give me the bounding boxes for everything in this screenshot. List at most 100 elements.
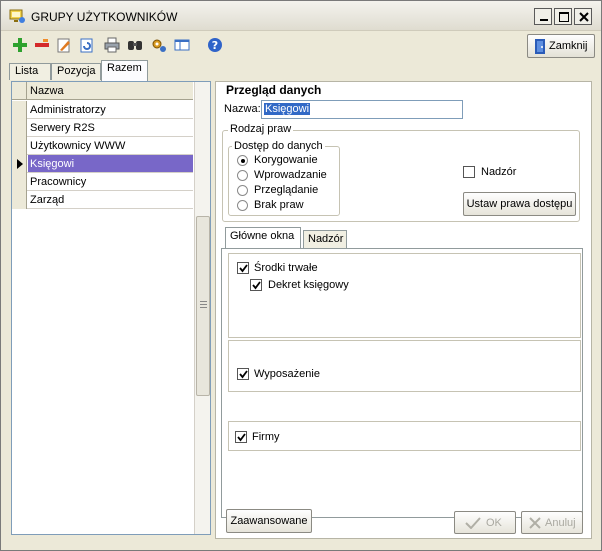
set-rights-button[interactable]: Ustaw prawa dostępu <box>463 192 576 216</box>
cancel-button-label: Anuluj <box>545 517 576 529</box>
name-input[interactable]: Księgowi <box>261 100 463 119</box>
list-item[interactable]: Użytkownicy WWW <box>12 137 193 155</box>
supervision-label: Nadzór <box>481 166 517 178</box>
radio-label-korygowanie: Korygowanie <box>254 154 318 166</box>
list-item-label: Serwery R2S <box>30 122 95 134</box>
cancel-icon <box>529 517 541 529</box>
svg-text:?: ? <box>212 39 218 52</box>
tab-pozycja-label: Pozycja <box>57 65 96 77</box>
main-window: GRUPY UŻYTKOWNIKÓW ? Zamknij Lista Pozyc… <box>0 0 602 551</box>
ok-button-label: OK <box>486 517 502 529</box>
list-item[interactable]: Pracownicy <box>12 173 193 191</box>
check-icon <box>465 517 481 529</box>
scrollbar-thumb[interactable] <box>196 216 210 396</box>
rights-title: Rodzaj praw <box>228 123 294 135</box>
details-panel: Przegląd danych Nazwa: Księgowi Rodzaj p… <box>215 81 592 539</box>
header-gutter <box>12 82 27 100</box>
companies-checkbox[interactable] <box>235 431 247 443</box>
window-title: GRUPY UŻYTKOWNIKÓW <box>31 10 178 24</box>
edit-icon[interactable] <box>56 37 72 53</box>
checkmark-icon <box>239 264 248 273</box>
equipment-section <box>228 340 581 392</box>
set-rights-button-label: Ustaw prawa dostępu <box>466 198 573 210</box>
ok-button[interactable]: OK <box>454 511 516 534</box>
find-icon[interactable] <box>127 37 143 53</box>
checkmark-icon <box>237 433 246 442</box>
delete-icon[interactable] <box>34 37 50 53</box>
advanced-button-label: Zaawansowane <box>230 515 308 527</box>
minimize-button[interactable] <box>534 8 552 25</box>
row-gutter <box>12 191 27 209</box>
equipment-label: Wyposażenie <box>254 368 320 380</box>
supervision-checkbox[interactable] <box>463 166 475 178</box>
cancel-button[interactable]: Anuluj <box>521 511 583 534</box>
list-item-label: Zarząd <box>30 194 65 206</box>
toolbar: ? <box>1 32 601 60</box>
close-button-label: Zamknij <box>549 40 588 52</box>
checkmark-icon <box>252 281 261 290</box>
radio-brak-praw[interactable] <box>237 200 248 211</box>
tab-lista[interactable]: Lista <box>9 63 51 80</box>
radio-label-brak-praw: Brak praw <box>254 199 304 211</box>
close-window-button[interactable] <box>574 8 592 25</box>
close-button[interactable]: Zamknij <box>527 34 595 58</box>
equipment-checkbox[interactable] <box>237 368 249 380</box>
list-item[interactable]: Zarząd <box>12 191 193 209</box>
add-icon[interactable] <box>12 37 28 53</box>
list-item-label: Administratorzy <box>30 104 106 116</box>
tab-pozycja[interactable]: Pozycja <box>51 63 101 80</box>
row-gutter <box>12 101 27 119</box>
row-gutter <box>12 137 27 155</box>
companies-section <box>228 421 581 451</box>
radio-korygowanie[interactable] <box>237 155 248 166</box>
radio-label-wprowadzanie: Wprowadzanie <box>254 169 327 181</box>
fixed-assets-label: Środki trwałe <box>254 262 318 274</box>
groups-list[interactable]: Nazwa Administratorzy Serwery R2S Użytko… <box>11 81 211 535</box>
advanced-button[interactable]: Zaawansowane <box>226 509 312 533</box>
radio-przegladanie[interactable] <box>237 185 248 196</box>
list-item-selected[interactable]: Księgowi <box>12 155 193 173</box>
help-icon[interactable]: ? <box>207 37 223 53</box>
list-item[interactable]: Serwery R2S <box>12 119 193 137</box>
name-label: Nazwa: <box>224 103 261 115</box>
checkmark-icon <box>239 370 248 379</box>
row-gutter <box>12 155 27 173</box>
maximize-icon <box>559 12 569 22</box>
decree-label: Dekret księgowy <box>268 279 349 291</box>
row-gutter <box>12 173 27 191</box>
tab-glowne-okna[interactable]: Główne okna <box>225 227 301 248</box>
companies-label: Firmy <box>252 431 280 443</box>
door-icon <box>535 39 545 54</box>
tab-razem-label: Razem <box>107 62 142 74</box>
tab-nadzor[interactable]: Nadzór <box>303 230 347 248</box>
list-item-label: Księgowi <box>30 158 75 170</box>
tab-lista-label: Lista <box>15 65 39 77</box>
data-access-title: Dostęp do danych <box>232 140 325 152</box>
print-icon[interactable] <box>104 37 120 53</box>
list-scrollbar[interactable] <box>194 82 210 534</box>
main-tabs: Lista Pozycja Razem <box>9 60 209 81</box>
columns-icon[interactable] <box>174 37 190 53</box>
row-gutter <box>12 119 27 137</box>
column-header-nazwa[interactable]: Nazwa <box>30 85 64 97</box>
tab-nadzor-label: Nadzór <box>308 233 344 245</box>
title-bar[interactable]: GRUPY UŻYTKOWNIKÓW <box>1 1 601 31</box>
decree-checkbox[interactable] <box>250 279 262 291</box>
overview-title: Przegląd danych <box>224 83 324 97</box>
fixed-assets-checkbox[interactable] <box>237 262 249 274</box>
settings-icon[interactable] <box>151 37 167 53</box>
list-item[interactable]: Administratorzy <box>12 101 193 119</box>
minimize-icon <box>540 19 548 21</box>
list-item-label: Użytkownicy WWW <box>30 140 126 152</box>
refresh-icon[interactable] <box>79 37 95 53</box>
close-icon <box>579 12 589 22</box>
users-app-icon <box>9 9 25 23</box>
radio-label-przegladanie: Przeglądanie <box>254 184 319 196</box>
list-header[interactable]: Nazwa <box>12 82 193 100</box>
module-tabs: Główne okna Nadzór <box>225 227 585 250</box>
list-item-label: Pracownicy <box>30 176 87 188</box>
radio-wprowadzanie[interactable] <box>237 170 248 181</box>
maximize-button[interactable] <box>554 8 572 25</box>
tab-razem[interactable]: Razem <box>101 60 148 81</box>
row-pointer-icon <box>17 159 23 169</box>
